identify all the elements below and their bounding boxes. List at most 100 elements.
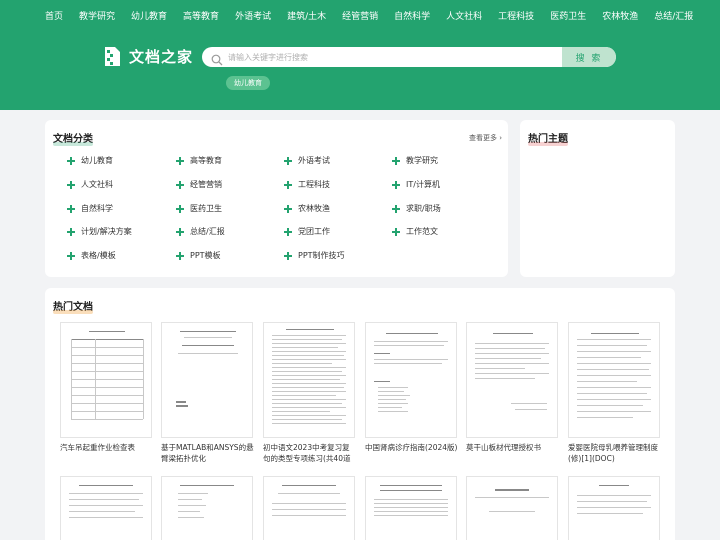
nav-item-agriculture[interactable]: 农林牧渔 (602, 10, 638, 24)
plus-icon (67, 204, 75, 213)
category-item[interactable]: 党团工作 (284, 226, 330, 237)
category-label: PPT模板 (190, 251, 221, 260)
doc-thumbnail[interactable] (568, 476, 660, 540)
nav-item-management[interactable]: 经管营销 (342, 10, 378, 24)
plus-icon (284, 180, 292, 189)
category-item[interactable]: 经管营销 (176, 179, 222, 190)
plus-icon (284, 227, 292, 236)
plus-icon (67, 180, 75, 189)
plus-icon (176, 156, 184, 165)
doc-thumbnail[interactable] (263, 476, 355, 540)
document-logo-icon (104, 46, 121, 67)
doc-thumbnail[interactable] (161, 476, 253, 540)
doc-thumbnail[interactable] (365, 322, 457, 438)
nav-item-medicine[interactable]: 医药卫生 (550, 10, 586, 24)
doc-title[interactable]: 汽车吊起重作业检查表 (60, 442, 154, 453)
logo-text: 文档之家 (129, 48, 194, 66)
hot-docs-title: 热门文档 (53, 298, 93, 314)
category-item[interactable]: PPT模板 (176, 250, 221, 261)
category-grid: 幼儿教育 高等教育 外语考试 教学研究人文社科 经管营销 工程科技 IT/计算机自然科学 医药… (45, 120, 508, 277)
plus-icon (67, 251, 75, 260)
doc-title[interactable]: 初中语文2023中考复习复句的类型专项练习(共40道选择… (263, 442, 357, 464)
site-logo[interactable]: 文档之家 (104, 46, 193, 67)
doc-title[interactable]: 莫干山板材代理授权书 (466, 442, 560, 453)
category-item[interactable]: PPT制作技巧 (284, 250, 345, 261)
category-item[interactable]: 幼儿教育 (67, 155, 113, 166)
plus-icon (176, 227, 184, 236)
doc-thumbnail[interactable] (60, 476, 152, 540)
doc-thumbnail[interactable] (568, 322, 660, 438)
nav-item-natural-science[interactable]: 自然科学 (394, 10, 430, 24)
category-label: 经管营销 (190, 180, 222, 189)
doc-thumbnail[interactable] (161, 322, 253, 438)
doc-thumbnail[interactable] (466, 322, 558, 438)
plus-icon (392, 204, 400, 213)
hot-search-tag[interactable]: 幼儿教育 (226, 76, 270, 90)
search-bar: 搜 索 (202, 47, 616, 67)
category-item[interactable]: 工程科技 (284, 179, 330, 190)
plus-icon (392, 227, 400, 236)
category-item[interactable]: 总结/汇报 (176, 226, 225, 237)
plus-icon (284, 251, 292, 260)
category-label: 工作范文 (406, 227, 438, 236)
search-input[interactable] (228, 47, 558, 67)
nav-item-preschool[interactable]: 幼儿教育 (131, 10, 167, 24)
search-button[interactable]: 搜 索 (562, 47, 616, 67)
plus-icon (67, 156, 75, 165)
doc-title[interactable]: 中国肾病诊疗指南(2024版) (365, 442, 459, 453)
nav-item-higher-education[interactable]: 高等教育 (183, 10, 219, 24)
plus-icon (284, 204, 292, 213)
category-label: IT/计算机 (406, 180, 440, 189)
header: 首页 教学研究 幼儿教育 高等教育 外语考试 建筑/土木 经管营销 自然科学 人… (0, 0, 720, 110)
doc-thumbnail[interactable] (466, 476, 558, 540)
hot-topics-title: 热门主题 (528, 130, 568, 146)
category-label: 工程科技 (298, 180, 330, 189)
category-item[interactable]: 教学研究 (392, 155, 438, 166)
category-item[interactable]: 医药卫生 (176, 203, 222, 214)
category-item[interactable]: IT/计算机 (392, 179, 440, 190)
plus-icon (392, 156, 400, 165)
category-item[interactable]: 表格/模板 (67, 250, 116, 261)
plus-icon (67, 227, 75, 236)
category-item[interactable]: 工作范文 (392, 226, 438, 237)
hot-topics-card: 热门主题 (520, 120, 675, 277)
doc-title[interactable]: 基于MATLAB和ANSYS的悬臂梁拓扑优化 (161, 442, 255, 464)
nav-item-foreign-language[interactable]: 外语考试 (235, 10, 271, 24)
category-label: 人文社科 (81, 180, 113, 189)
plus-icon (284, 156, 292, 165)
category-label: 总结/汇报 (190, 227, 225, 236)
category-label: 表格/模板 (81, 251, 116, 260)
category-label: 党团工作 (298, 227, 330, 236)
plus-icon (392, 180, 400, 189)
category-label: 高等教育 (190, 156, 222, 165)
category-label: 求职/职场 (406, 204, 441, 213)
category-item[interactable]: 人文社科 (67, 179, 113, 190)
category-item[interactable]: 农林牧渔 (284, 203, 330, 214)
category-label: 自然科学 (81, 204, 113, 213)
doc-title[interactable]: 爱婴医院母乳喂养管理制度(修)[1](DOC) (568, 442, 662, 464)
category-label: 教学研究 (406, 156, 438, 165)
doc-thumbnail[interactable] (60, 322, 152, 438)
category-label: 幼儿教育 (81, 156, 113, 165)
nav-item-summary[interactable]: 总结/汇报 (654, 10, 693, 24)
nav-item-teaching-research[interactable]: 教学研究 (79, 10, 115, 24)
doc-thumbnail[interactable] (365, 476, 457, 540)
category-item[interactable]: 外语考试 (284, 155, 330, 166)
category-item[interactable]: 计划/解决方案 (67, 226, 132, 237)
doc-thumbnail[interactable] (263, 322, 355, 438)
search-icon (211, 51, 223, 66)
category-card: 文档分类 查看更多 › 幼儿教育 高等教育 外语考试 教学研究 人文社科 经管营销 工程科技… (45, 120, 508, 277)
nav-item-engineering[interactable]: 工程科技 (498, 10, 534, 24)
category-item[interactable]: 高等教育 (176, 155, 222, 166)
nav-item-home[interactable]: 首页 (45, 10, 63, 24)
plus-icon (176, 204, 184, 213)
nav-item-humanities[interactable]: 人文社科 (446, 10, 482, 24)
hot-docs-card: 热门文档 汽车吊起重作业检查表 基于MATLAB和ANSYS的悬臂梁拓扑优化 初… (45, 288, 675, 540)
category-item[interactable]: 求职/职场 (392, 203, 441, 214)
top-nav: 首页 教学研究 幼儿教育 高等教育 外语考试 建筑/土木 经管营销 自然科学 人… (45, 10, 709, 24)
category-item[interactable]: 自然科学 (67, 203, 113, 214)
nav-item-construction[interactable]: 建筑/土木 (287, 10, 326, 24)
plus-icon (176, 180, 184, 189)
category-label: 计划/解决方案 (81, 227, 132, 236)
category-label: 医药卫生 (190, 204, 222, 213)
